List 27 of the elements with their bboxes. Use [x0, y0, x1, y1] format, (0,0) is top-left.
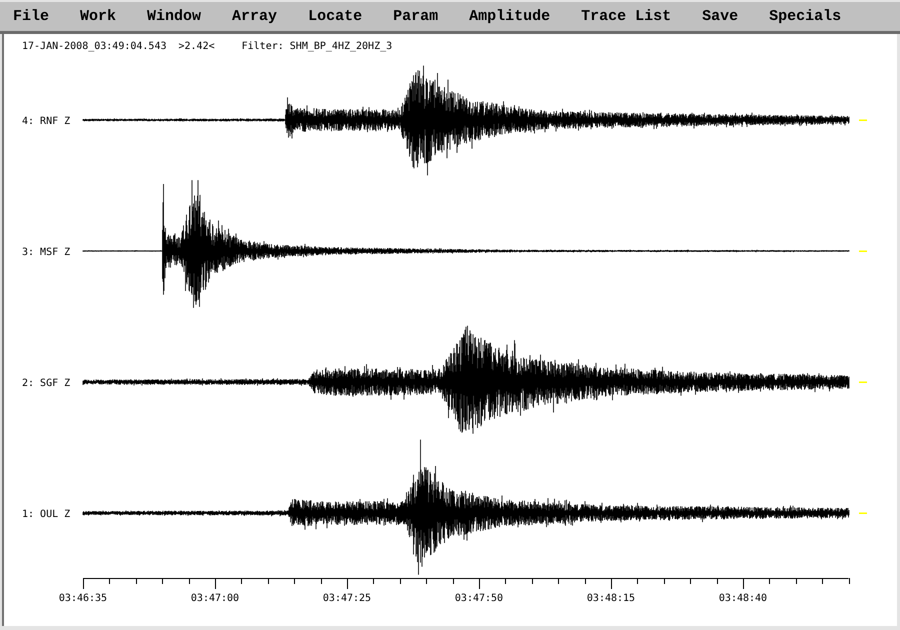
menu-item[interactable]: Specials — [769, 8, 842, 26]
station-label: 3: MSF Z — [22, 247, 70, 258]
time-label: 03:48:40 — [718, 593, 768, 604]
menu-item[interactable]: Work — [80, 8, 116, 26]
menu-item[interactable]: Amplitude — [469, 8, 550, 26]
menu-item[interactable]: Locate — [308, 8, 362, 26]
time-label: 03:47:25 — [322, 593, 372, 604]
menu-item[interactable]: Trace List — [581, 8, 672, 26]
menu-item[interactable]: Save — [702, 8, 738, 26]
time-label: 03:46:35 — [58, 593, 108, 604]
amplitude-ratio-text: >2.42< — [178, 41, 215, 53]
menu-item[interactable]: Array — [232, 8, 278, 26]
filter-text: Filter: SHM_BP_4HZ_20HZ_3 — [242, 41, 392, 53]
menu-item[interactable]: File — [13, 8, 50, 26]
station-label: 1: OUL Z — [22, 509, 70, 520]
time-label: 03:47:50 — [454, 593, 504, 604]
marker-icon — [859, 120, 867, 121]
station-label: 4: RNF Z — [22, 116, 70, 127]
menu-item[interactable]: Param — [393, 8, 438, 26]
marker-icon — [859, 250, 867, 252]
marker-icon — [859, 512, 867, 514]
time-label: 03:48:15 — [586, 593, 636, 604]
time-label: 03:47:00 — [190, 593, 240, 604]
timestamp-text: 17-JAN-2008_03:49:04.543 — [22, 41, 166, 53]
station-label: 2: SGF Z — [22, 378, 70, 389]
menu-item[interactable]: Window — [147, 8, 202, 26]
marker-icon — [859, 382, 867, 383]
